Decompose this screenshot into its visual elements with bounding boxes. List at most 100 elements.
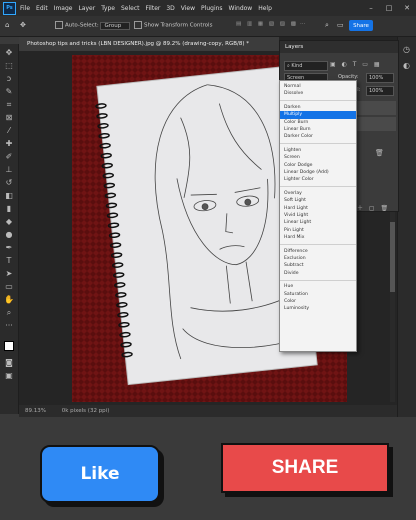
eyedropper-tool-icon[interactable]: ⁄ [4,126,14,136]
opacity-field[interactable]: 100% [366,73,394,83]
blend-mode-option[interactable]: Soft Light [280,197,356,204]
menu-layer[interactable]: Layer [78,5,95,12]
home-icon[interactable]: ⌂ [5,21,9,29]
dropdown-separator [280,244,356,246]
blend-mode-option[interactable]: Linear Burn [280,126,356,133]
marquee-tool-icon[interactable]: ⬚ [4,61,14,71]
panel-dock: ◷ ◐ [397,37,416,417]
menu-select[interactable]: Select [121,5,140,12]
blend-mode-option[interactable]: Subtract [280,262,356,269]
blend-mode-option[interactable]: Exclusion [280,255,356,262]
menu-view[interactable]: View [181,5,195,12]
blend-mode-option[interactable]: Screen [280,154,356,161]
eraser-tool-icon[interactable]: ◧ [4,191,14,201]
dodge-tool-icon[interactable]: ● [4,230,14,240]
screen-mode-icon[interactable]: ▣ [4,371,14,381]
adjustments-panel-icon[interactable]: ◐ [403,61,410,70]
crop-tool-icon[interactable]: ⌗ [4,100,14,110]
photoshop-logo: Ps [3,1,16,15]
gradient-tool-icon[interactable]: ▮ [4,204,14,214]
menu-3d[interactable]: 3D [166,5,174,12]
blend-mode-option[interactable]: Darken [280,104,356,111]
healing-brush-icon[interactable]: ✚ [4,139,14,149]
blend-mode-option[interactable]: Normal [280,83,356,90]
dropdown-separator [280,186,356,188]
menu-edit[interactable]: Edit [36,5,48,12]
blend-mode-option[interactable]: Color Burn [280,119,356,126]
blend-mode-option[interactable]: Pin Light [280,227,356,234]
move-tool-icon[interactable]: ✥ [4,48,14,58]
share-button[interactable]: Share [349,20,373,31]
maximize-button[interactable]: □ [380,0,398,16]
hand-tool-icon[interactable]: ✋ [4,295,14,305]
minimize-button[interactable]: – [362,0,380,16]
transform-controls-checkbox[interactable] [134,21,142,29]
scrollbar-thumb[interactable] [390,222,395,292]
delete-layer-icon[interactable]: 🗑 [375,149,384,157]
move-tool-icon[interactable]: ✥ [20,21,26,29]
more-options-icon[interactable]: ··· [300,21,305,27]
close-button[interactable]: ✕ [398,0,416,16]
history-panel-icon[interactable]: ◷ [403,45,410,54]
zoom-tool-icon[interactable]: ⌕ [4,308,14,318]
blend-mode-option[interactable]: Lighter Color [280,176,356,183]
type-tool-icon[interactable]: T [4,256,14,266]
blend-mode-option[interactable]: Linear Dodge (Add) [280,169,356,176]
history-brush-icon[interactable]: ↺ [4,178,14,188]
blur-tool-icon[interactable]: ◆ [4,217,14,227]
blend-mode-option[interactable]: Linear Light [280,219,356,226]
blend-mode-option[interactable]: Hue [280,283,356,290]
quick-select-tool-icon[interactable]: ✎ [4,87,14,97]
document-tab[interactable]: Photoshop tips and tricks (LBN DESIGNER)… [19,37,279,51]
blend-mode-option[interactable]: Color Dodge [280,162,356,169]
lasso-tool-icon[interactable]: ↄ [4,74,14,84]
auto-select-label: Auto-Select: [65,22,99,29]
blend-mode-option[interactable]: Luminosity [280,305,356,312]
menu-filter[interactable]: Filter [146,5,161,12]
frame-tool-icon[interactable]: ⊠ [4,113,14,123]
menu-help[interactable]: Help [258,5,272,12]
search-icon[interactable]: ⌕ [325,21,329,30]
blend-mode-option[interactable]: Darker Color [280,133,356,140]
path-select-icon[interactable]: ➤ [4,269,14,279]
layer-row[interactable] [356,117,396,131]
more-tools-icon[interactable]: ··· [4,321,14,331]
blend-mode-option[interactable]: Vivid Light [280,212,356,219]
share-big-button[interactable]: SHARE [221,443,389,493]
blend-mode-option[interactable]: Divide [280,270,356,277]
brush-tool-icon[interactable]: ✐ [4,152,14,162]
transform-controls-group: Show Transform Controls [134,21,212,29]
menu-window[interactable]: Window [229,5,253,12]
auto-select-checkbox[interactable] [55,21,63,29]
pen-tool-icon[interactable]: ✒ [4,243,14,253]
menu-type[interactable]: Type [101,5,115,12]
blend-mode-option[interactable]: Hard Light [280,205,356,212]
layer-filter-icons[interactable]: ▣ ◐ T ▭ ▦ [330,61,382,68]
blend-mode-option[interactable]: Saturation [280,291,356,298]
fill-field[interactable]: 100% [366,86,394,96]
clone-stamp-icon[interactable]: ⊥ [4,165,14,175]
blend-mode-option[interactable]: Multiply [280,111,356,119]
blend-mode-option[interactable]: Lighten [280,147,356,154]
menu-plugins[interactable]: Plugins [201,5,223,12]
document-title: Photoshop tips and tricks (LBN DESIGNER)… [27,41,250,47]
blend-mode-option[interactable]: Dissolve [280,90,356,97]
align-icons[interactable]: ▤ ▥ ▦ ▧ ▨ ▩ [236,21,298,27]
blend-mode-option[interactable]: Difference [280,248,356,255]
layers-panel-title[interactable]: Layers [280,41,398,53]
new-layer-icon[interactable]: ＋ ▢ 🗑 [357,203,390,212]
zoom-level[interactable]: 89.13% [25,408,46,414]
quick-mask-icon[interactable]: ◙ [4,358,14,368]
foreground-color-swatch[interactable] [4,341,14,351]
shape-tool-icon[interactable]: ▭ [4,282,14,292]
workspace-icon[interactable]: ▭ [337,21,344,29]
menu-image[interactable]: Image [54,5,73,12]
menu-file[interactable]: File [20,5,30,12]
layer-filter-kind[interactable]: ⌕ Kind [284,61,328,71]
blend-mode-option[interactable]: Hard Mix [280,234,356,241]
layer-row[interactable] [356,101,396,115]
auto-select-dropdown[interactable]: Group [100,21,131,30]
like-button[interactable]: Like [40,445,160,503]
blend-mode-option[interactable]: Overlay [280,190,356,197]
blend-mode-option[interactable]: Color [280,298,356,305]
